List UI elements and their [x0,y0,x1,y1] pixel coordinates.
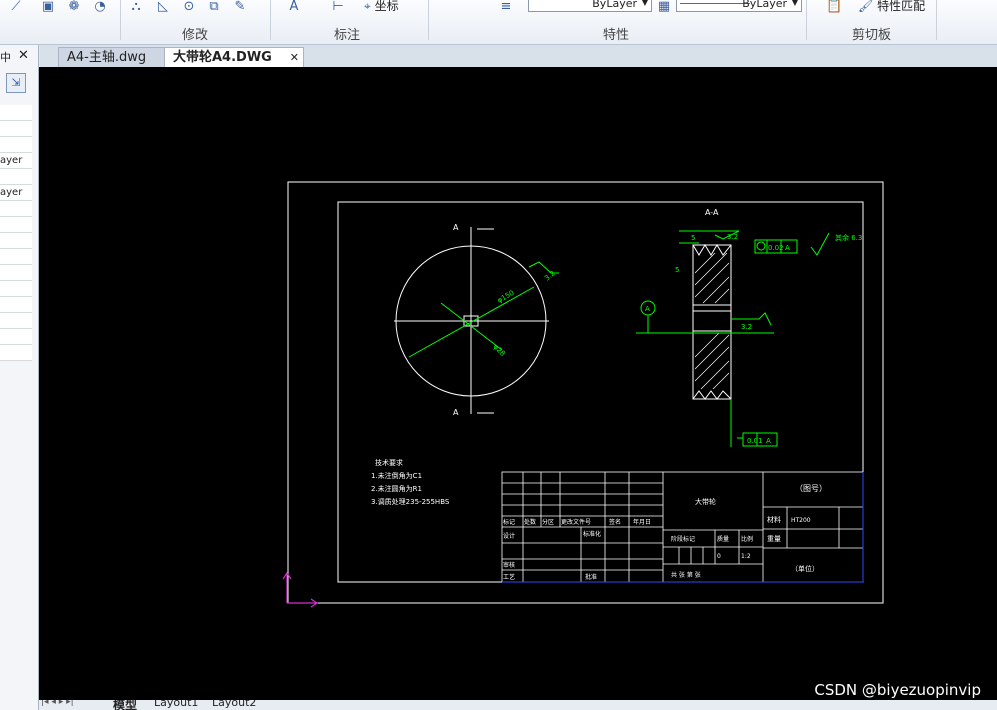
section-label: A-A [705,208,719,217]
ribbon-group-dimension: 标注 [334,28,361,43]
stretch-tool-icon[interactable]: ⛬ [128,0,144,14]
tech-title: 技术要求 [375,458,403,467]
paste-icon[interactable]: 📋 [826,0,842,14]
linetype-select[interactable]: ByLayer ▼ [528,0,652,12]
drawing-svg: A A φ150 φ28 3.2 A-A A 5 5 3.2 3.2 0.02 … [282,181,884,608]
stage-label: 阶段标记 [671,535,695,543]
material-label: 材料 [767,515,781,524]
panel-close-icon[interactable]: ✕ [18,48,29,63]
chevron-down-icon: ▼ [791,0,798,7]
unit: （单位） [791,564,819,573]
tolerance-2-ref: A [766,437,771,445]
array-tool-icon[interactable]: ⧉ [206,0,222,14]
color-select[interactable]: ByLayer ▼ [676,0,802,12]
paper-border [287,181,884,604]
material-value: HT200 [791,517,811,524]
datum-label: A [645,305,650,313]
mass-value: 0 [717,553,721,560]
approve-label: 批准 [585,573,597,581]
layout-tabbar: |◂ ◂ ▸ ▸| 模型 Layout1 Layout2 [39,700,997,710]
standard-label: 标准化 [583,530,601,538]
offset-tool-icon[interactable]: ⊙ [181,0,197,14]
front-dims [408,261,559,358]
coord-button[interactable]: ⌖ 坐标 [364,0,399,12]
tech-line-2: 2.未注圆角为R1 [371,484,422,493]
front-view [394,227,549,414]
hdr-date: 年月日 [633,518,651,526]
hdr-zone: 分区 [542,518,554,526]
edit-tool-icon[interactable]: ✎ [232,0,248,14]
coord-icon: ⌖ [364,0,371,13]
rotate-tool-icon[interactable]: ◔ [92,0,108,14]
drawing-frame [337,201,864,583]
copy-tool-icon[interactable]: ❁ [66,0,82,14]
document-tabbar: A4-主轴.dwg 大带轮A4.DWG ✕ [40,45,997,68]
ribbon-group-properties: 特性 [603,28,630,43]
cut-label-bottom: A [453,408,459,417]
dim-5b: 5 [675,266,679,274]
tolerance-2: 0.01 [747,437,763,445]
watermark: CSDN @biyezuopinvip [814,681,981,699]
tab-large-pulley[interactable]: 大带轮A4.DWG ✕ [164,47,304,68]
drawing-number: （图号） [795,484,827,493]
roughness-rest: 其余 6.3 [835,233,862,242]
scale-value: 1:2 [741,553,751,560]
panel-row-layer2[interactable]: ayer [0,185,32,201]
dimension-tool-icon[interactable]: ⊢ [330,0,346,14]
tech-line-1: 1.未注倒角为C1 [371,471,422,480]
section-hatch [694,252,730,390]
ribbon-group-modify: 修改 [182,28,209,43]
hdr-sign: 签名 [609,518,621,526]
ribbon-group-clipboard: 剪切板 [852,28,892,43]
panel-pin-icon[interactable]: 中 [0,49,11,65]
nav-arrows-icon[interactable]: |◂ ◂ ▸ ▸| [41,700,74,707]
coord-label: 坐标 [374,0,399,13]
roughness-top: 3.2 [727,233,738,241]
drawing-canvas[interactable]: A A φ150 φ28 3.2 A-A A 5 5 3.2 3.2 0.02 … [39,67,997,700]
design-label: 设计 [503,532,515,540]
scale-tool-icon[interactable]: ◺ [155,0,171,14]
layout-tab-layout1[interactable]: Layout1 [154,700,198,709]
cut-label-top: A [453,223,459,232]
part-name: 大带轮 [695,497,716,506]
ribbon: ⟋ ▣ ❁ ◔ ⛬ ◺ ⊙ ⧉ ✎ 修改 A ⊢ ⌖ 坐标 标注 ≡ ByLay… [0,0,997,45]
tolerance-1-ref: A [785,244,790,252]
tab-a4-main-shaft[interactable]: A4-主轴.dwg [58,47,172,68]
hdr-count: 处数 [524,518,536,526]
color-swatch-icon[interactable]: ▦ [656,0,672,14]
line-tool-icon[interactable]: ⟋ [8,0,24,14]
section-dims [636,230,830,447]
roughness-front: 3.2 [543,269,557,282]
mass-label: 质量 [717,535,729,543]
hdr-change: 更改文件号 [561,518,591,526]
properties-panel: 中 ✕ ⇲ ayer ayer [0,45,39,710]
panel-row-layer[interactable]: ayer [0,153,32,169]
hdr-mark: 标记 [503,518,515,526]
tolerance-1: 0.02 [768,244,784,252]
dim-diameter-small: φ28 [492,343,507,358]
quick-select-icon[interactable]: ⇲ [6,73,26,93]
weight-label: 重量 [767,535,781,543]
sheets-label: 共 张 第 张 [671,571,701,579]
process-label: 工艺 [503,573,515,581]
tech-line-3: 3.调质处理235-255HBS [371,497,450,506]
text-tool-icon[interactable]: A [286,0,302,14]
dim-5a: 5 [691,234,695,242]
close-tab-icon[interactable]: ✕ [290,48,299,68]
brush-icon: 🖌 [858,0,874,13]
layout-tab-layout2[interactable]: Layout2 [212,700,256,709]
match-properties-button[interactable]: 🖌 特性匹配 [858,0,925,12]
layout-tab-model[interactable]: 模型 [113,700,137,710]
scale-label: 比例 [741,535,753,543]
lineweight-icon[interactable]: ≡ [498,0,514,14]
move-tool-icon[interactable]: ▣ [40,0,56,14]
roughness-bore: 3.2 [741,323,752,331]
chevron-down-icon: ▼ [641,0,648,7]
review-label: 审核 [503,561,515,569]
